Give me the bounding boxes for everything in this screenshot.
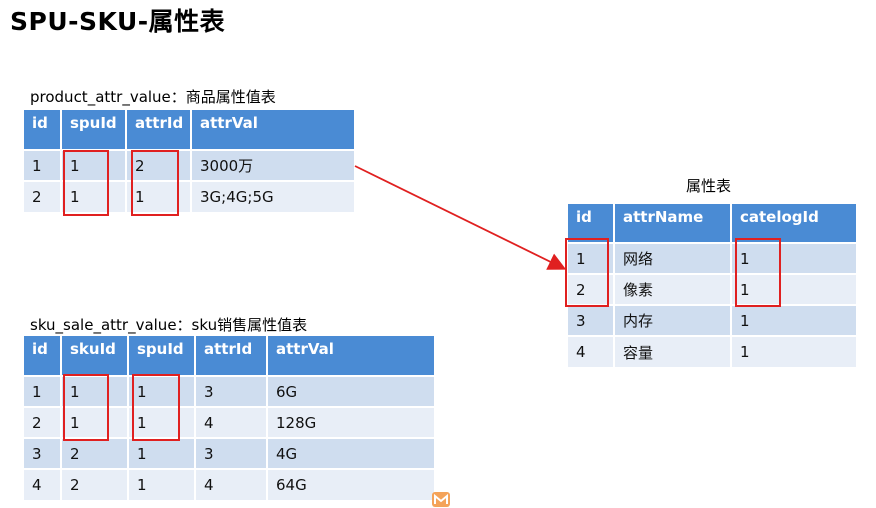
- brand-logo-icon: [432, 492, 450, 507]
- relation-arrow: [354, 165, 567, 270]
